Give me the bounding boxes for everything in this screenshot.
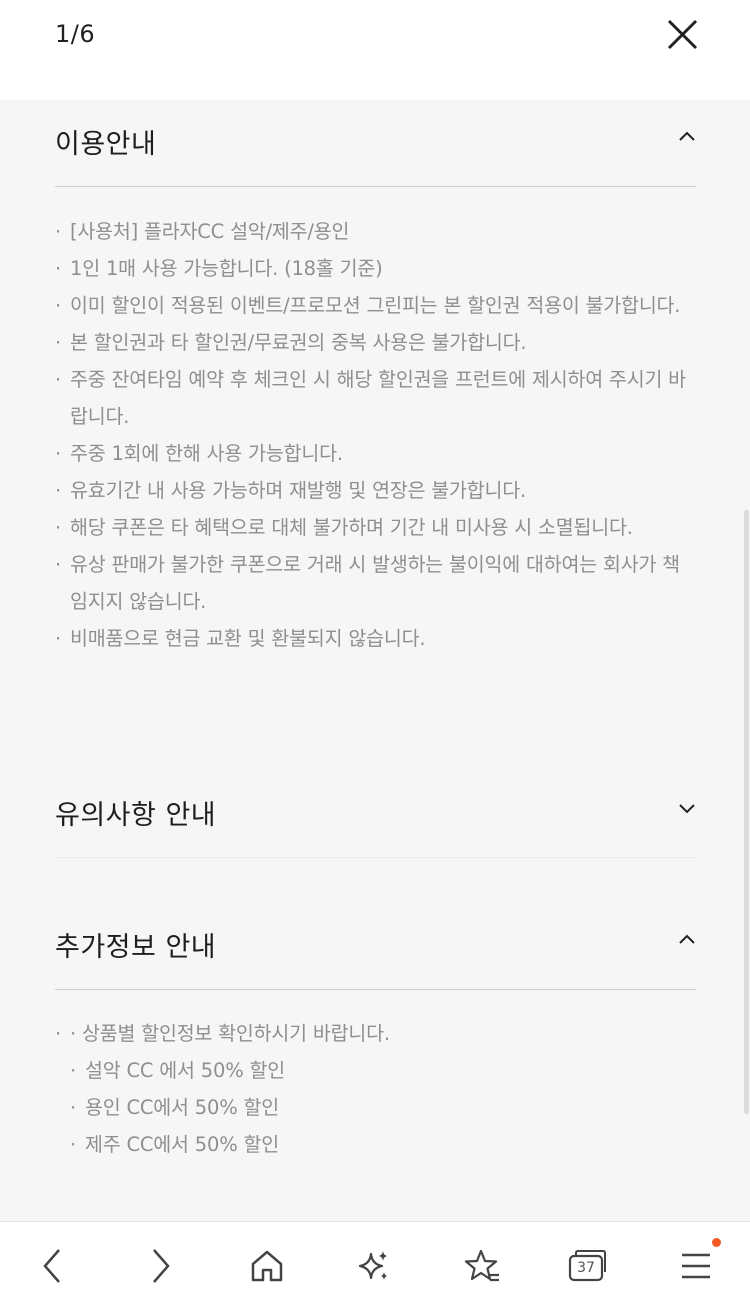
list-item: · 1인 1매 사용 가능합니다. (18홀 기준) <box>55 257 383 280</box>
notification-badge <box>712 1238 721 1247</box>
list-item: · 제주 CC에서 50% 할인 <box>70 1133 280 1156</box>
bookmark-button[interactable] <box>445 1222 519 1309</box>
menu-icon <box>682 1253 710 1278</box>
list-item: · 설악 CC 에서 50% 할인 <box>70 1059 286 1082</box>
home-icon <box>251 1250 283 1281</box>
list-item: · 용인 CC에서 50% 할인 <box>70 1096 280 1119</box>
list-item: · 이미 할인이 적용된 이벤트/프로모션 그린피는 본 할인권 적용이 불가합니… <box>55 294 681 317</box>
tabs-icon: 37 <box>568 1249 606 1282</box>
list-item: · 주중 1회에 한해 사용 가능합니다. <box>55 442 343 465</box>
tabs-button[interactable]: 37 <box>550 1222 624 1309</box>
chevron-up-icon <box>679 131 695 141</box>
ai-button[interactable] <box>337 1222 411 1309</box>
usage-section-header[interactable]: 이용안내 <box>55 100 696 187</box>
tabs-count: 37 <box>577 1259 595 1276</box>
page-counter: 1/6 <box>55 20 96 48</box>
extra-list: · · 상품별 할인정보 확인하시기 바랍니다. <box>55 1015 696 1052</box>
list-item: · 본 할인권과 타 할인권/무료권의 중복 사용은 불가합니다. <box>55 331 527 354</box>
star-icon <box>464 1249 499 1281</box>
extra-section: 추가정보 안내 · · 상품별 할인정보 확인하시기 바랍니다. · 설악 CC 에… <box>55 903 696 1163</box>
sparkle-icon <box>358 1250 387 1280</box>
chevron-up-icon <box>679 934 695 944</box>
extra-sub-list: · 설악 CC 에서 50% 할인 · 용인 CC에서 50% 할인 · 제주 CC에… <box>55 1052 696 1163</box>
back-button[interactable] <box>15 1222 89 1309</box>
caution-section-title: 유의사항 안내 <box>55 800 217 831</box>
list-item: · [사용처] 플라자CC 설악/제주/용인 <box>55 220 350 243</box>
forward-icon <box>153 1248 170 1283</box>
scrollbar[interactable] <box>744 510 749 1114</box>
bottom-nav: 37 <box>0 1221 750 1309</box>
extra-section-header[interactable]: 추가정보 안내 <box>55 903 696 990</box>
home-button[interactable] <box>230 1222 304 1309</box>
usage-section-title: 이용안내 <box>55 129 157 160</box>
chevron-down-icon <box>679 804 695 814</box>
list-item: · 주중 잔여타임 예약 후 체크인 시 해당 할인권을 프런트에 제시하여 주시… <box>55 368 686 428</box>
extra-section-title: 추가정보 안내 <box>55 932 217 963</box>
close-icon <box>667 19 698 50</box>
caution-section: 유의사항 안내 <box>55 771 696 858</box>
list-item: · · 상품별 할인정보 확인하시기 바랍니다. <box>55 1022 390 1045</box>
forward-button[interactable] <box>124 1222 198 1309</box>
menu-button[interactable] <box>659 1222 733 1309</box>
usage-section: 이용안내 · [사용처] 플라자CC 설악/제주/용인 · 1인 1매 사용 가능합… <box>55 100 696 657</box>
list-item: · 유상 판매가 불가한 쿠폰으로 거래 시 발생하는 불이익에 대하여는 회사가… <box>55 553 680 613</box>
usage-list: · [사용처] 플라자CC 설악/제주/용인 · 1인 1매 사용 가능합니다. (… <box>55 213 696 657</box>
list-item: · 유효기간 내 사용 가능하며 재발행 및 연장은 불가합니다. <box>55 479 527 502</box>
list-item: · 비매품으로 현금 교환 및 환불되지 않습니다. <box>55 627 426 650</box>
list-item: · 해당 쿠폰은 타 혜택으로 대체 불가하며 기간 내 미사용 시 소멸됩니다. <box>55 516 633 539</box>
caution-section-header[interactable]: 유의사항 안내 <box>55 771 696 858</box>
top-bar: 1/6 <box>0 0 750 100</box>
close-button[interactable] <box>658 10 708 60</box>
back-icon <box>43 1248 60 1283</box>
